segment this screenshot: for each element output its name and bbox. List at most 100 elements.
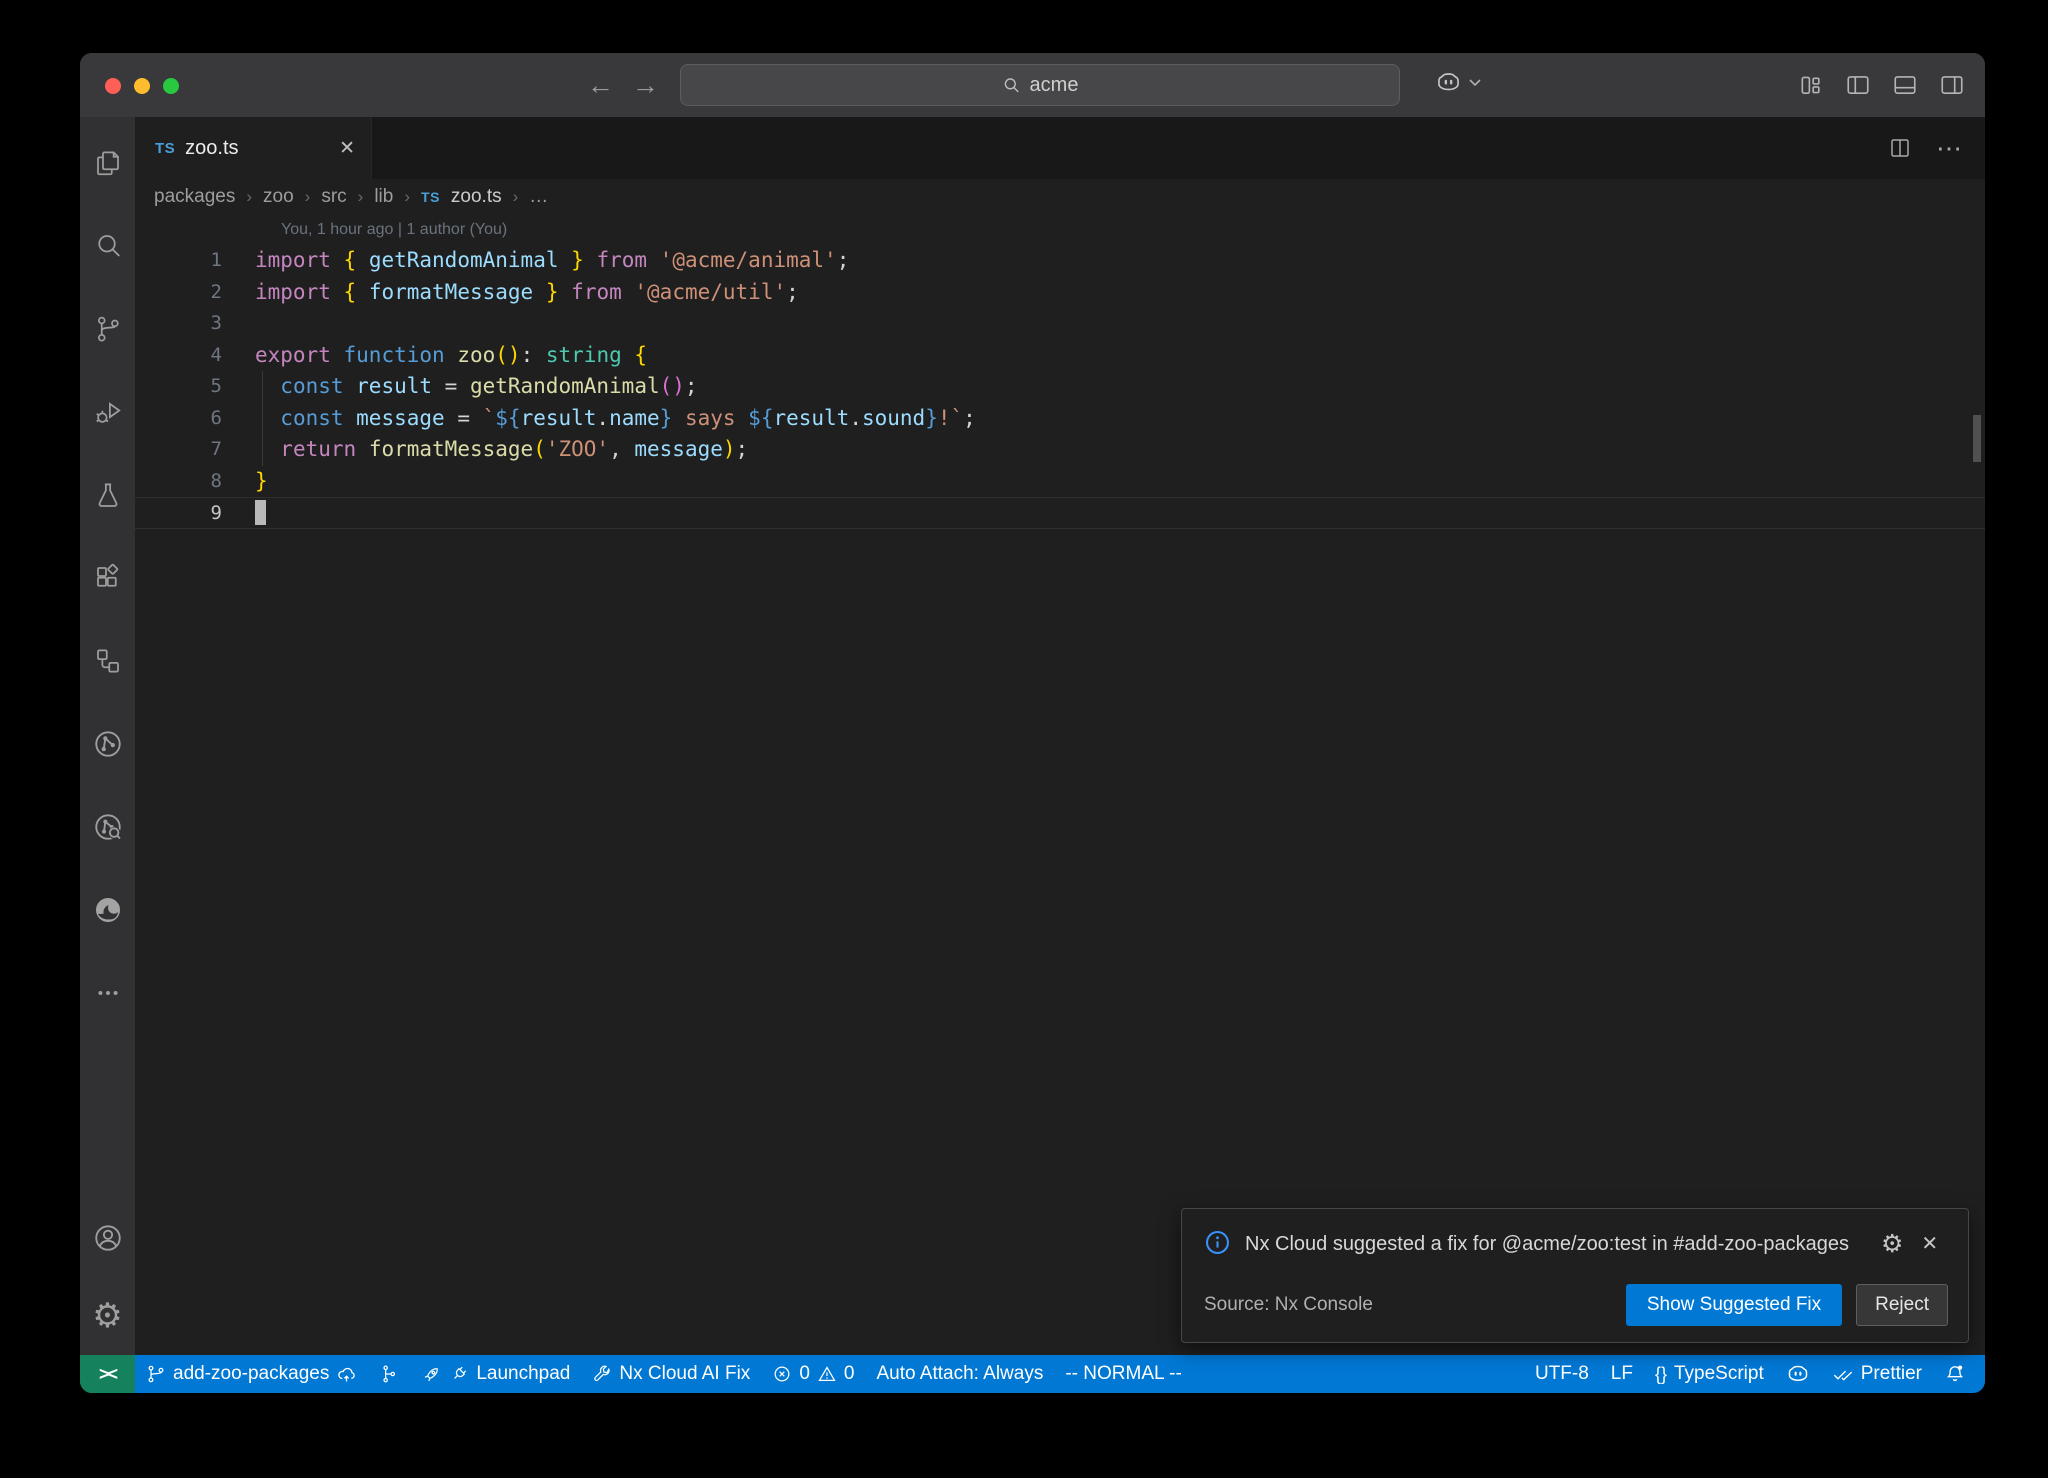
line-number: 9: [135, 498, 222, 528]
branch-status-item[interactable]: add-zoo-packages: [135, 1355, 368, 1393]
testing-icon[interactable]: [80, 453, 135, 536]
toggle-secondary-sidebar-icon[interactable]: [1939, 72, 1965, 98]
breadcrumb-separator: ›: [305, 187, 311, 207]
line-number: 1: [135, 245, 222, 277]
more-icon[interactable]: [80, 951, 135, 1034]
notification-settings-gear-icon[interactable]: ⚙: [1881, 1231, 1903, 1256]
copilot-icon: [1435, 69, 1462, 96]
code-text: [222, 498, 266, 528]
notification-message: Nx Cloud suggested a fix for @acme/zoo:t…: [1245, 1229, 1865, 1260]
auto-attach-status-item[interactable]: Auto Attach: Always: [865, 1355, 1054, 1393]
scrollbar-thumb[interactable]: [1973, 415, 1981, 462]
editor[interactable]: You, 1 hour ago | 1 author (You) 1import…: [135, 215, 1985, 1355]
branch-name: add-zoo-packages: [173, 1363, 329, 1385]
settings-gear-icon[interactable]: ⚙: [80, 1277, 135, 1355]
git-graph-icon: [379, 1364, 399, 1384]
more-actions-icon[interactable]: ⋯: [1936, 138, 1963, 158]
split-editor-icon[interactable]: [1888, 136, 1912, 160]
navigate-forward-button[interactable]: →: [632, 67, 659, 103]
code-line-9[interactable]: 9: [135, 497, 1985, 529]
copilot-status-item[interactable]: [1775, 1355, 1821, 1393]
code-line-5[interactable]: 5 const result = getRandomAnimal();: [135, 371, 1985, 403]
breadcrumb-zoo[interactable]: zoo: [263, 186, 294, 208]
breadcrumb-lib[interactable]: lib: [374, 186, 393, 208]
code-line-6[interactable]: 6 const message = `${result.name} says $…: [135, 403, 1985, 435]
eol-status-item[interactable]: LF: [1600, 1355, 1644, 1393]
git-blame-annotation: You, 1 hour ago | 1 author (You): [281, 215, 1985, 245]
double-check-icon: [1832, 1363, 1854, 1385]
formatter-status-item[interactable]: Prettier: [1821, 1355, 1933, 1393]
launchpad-status-item[interactable]: Launchpad: [410, 1355, 581, 1393]
reject-button[interactable]: Reject: [1856, 1284, 1948, 1326]
code-text: const result = getRandomAnimal();: [222, 371, 698, 403]
extensions-icon[interactable]: [80, 536, 135, 619]
breadcrumb-separator: ›: [246, 187, 252, 207]
search-icon[interactable]: [80, 204, 135, 287]
tab-close-icon[interactable]: ✕: [339, 137, 355, 160]
notification-close-icon[interactable]: ✕: [1921, 1231, 1938, 1256]
show-suggested-fix-button[interactable]: Show Suggested Fix: [1626, 1284, 1842, 1326]
problems-status-item[interactable]: 0 0: [761, 1355, 865, 1393]
code-line-4[interactable]: 4export function zoo(): string {: [135, 340, 1985, 372]
nx-cloud-icon[interactable]: [80, 785, 135, 868]
command-center-search[interactable]: acme: [680, 64, 1400, 106]
eol-label: LF: [1611, 1363, 1633, 1385]
nx-console-icon[interactable]: [80, 702, 135, 785]
line-number: 4: [135, 340, 222, 372]
typescript-file-icon: TS: [155, 140, 175, 157]
text-cursor: [255, 500, 266, 525]
notification-toast: Nx Cloud suggested a fix for @acme/zoo:t…: [1181, 1208, 1969, 1343]
error-count: 0: [799, 1363, 810, 1385]
breadcrumb-src[interactable]: src: [321, 186, 346, 208]
nx-cloud-fix-status-item[interactable]: Nx Cloud AI Fix: [581, 1355, 761, 1393]
chevron-down-icon: [1468, 78, 1482, 87]
remote-icon: ><: [99, 1364, 116, 1385]
encoding-status-item[interactable]: UTF-8: [1524, 1355, 1600, 1393]
window-close-button[interactable]: [105, 78, 121, 94]
breadcrumb-file[interactable]: zoo.ts: [451, 186, 502, 208]
wrench-icon: [592, 1364, 612, 1384]
run-and-debug-icon[interactable]: [80, 370, 135, 453]
code-text: import { getRandomAnimal } from '@acme/a…: [222, 245, 849, 277]
navigate-back-button[interactable]: ←: [587, 67, 614, 103]
language-status-item[interactable]: {} TypeScript: [1644, 1355, 1775, 1393]
copilot-icon: [1786, 1362, 1810, 1386]
code-line-1[interactable]: 1import { getRandomAnimal } from '@acme/…: [135, 245, 1985, 277]
tab-bar: TS zoo.ts ✕ ⋯: [135, 117, 1985, 179]
vim-mode-status-item[interactable]: -- NORMAL --: [1054, 1355, 1192, 1393]
code-text: export function zoo(): string {: [222, 340, 647, 372]
braces-icon: {}: [1655, 1364, 1667, 1385]
vim-mode-label: -- NORMAL --: [1065, 1363, 1181, 1385]
code-line-7[interactable]: 7 return formatMessage('ZOO', message);: [135, 434, 1985, 466]
typescript-file-icon: TS: [421, 189, 440, 205]
copilot-menu-button[interactable]: [1435, 69, 1482, 96]
customize-layout-icon[interactable]: [1798, 72, 1824, 98]
window-zoom-button[interactable]: [163, 78, 179, 94]
line-number: 5: [135, 371, 222, 403]
breadcrumb-packages[interactable]: packages: [154, 186, 235, 208]
code-line-8[interactable]: 8}: [135, 466, 1985, 498]
indent-guide: [262, 371, 263, 466]
code-line-3[interactable]: 3: [135, 308, 1985, 340]
remote-indicator[interactable]: ><: [80, 1355, 135, 1393]
references-icon[interactable]: [80, 619, 135, 702]
screen: ← → acme: [0, 0, 2048, 1478]
notifications-status-item[interactable]: [1933, 1355, 1977, 1393]
vscode-window: ← → acme: [80, 53, 1985, 1393]
source-control-icon[interactable]: [80, 287, 135, 370]
code-text: }: [222, 466, 268, 498]
toggle-panel-icon[interactable]: [1892, 72, 1918, 98]
window-minimize-button[interactable]: [134, 78, 150, 94]
tab-zoo-ts[interactable]: TS zoo.ts ✕: [135, 117, 372, 179]
edge-tools-icon[interactable]: [80, 868, 135, 951]
breadcrumb-more[interactable]: …: [529, 186, 548, 208]
line-number: 3: [135, 308, 222, 340]
git-graph-status-item[interactable]: [368, 1355, 410, 1393]
explorer-icon[interactable]: [80, 121, 135, 204]
git-branch-icon: [146, 1364, 166, 1384]
status-bar: >< add-zoo-packages: [80, 1355, 1985, 1393]
account-icon[interactable]: [80, 1199, 135, 1277]
activity-bar: ⚙: [80, 117, 135, 1355]
toggle-primary-sidebar-icon[interactable]: [1845, 72, 1871, 98]
code-line-2[interactable]: 2import { formatMessage } from '@acme/ut…: [135, 277, 1985, 309]
